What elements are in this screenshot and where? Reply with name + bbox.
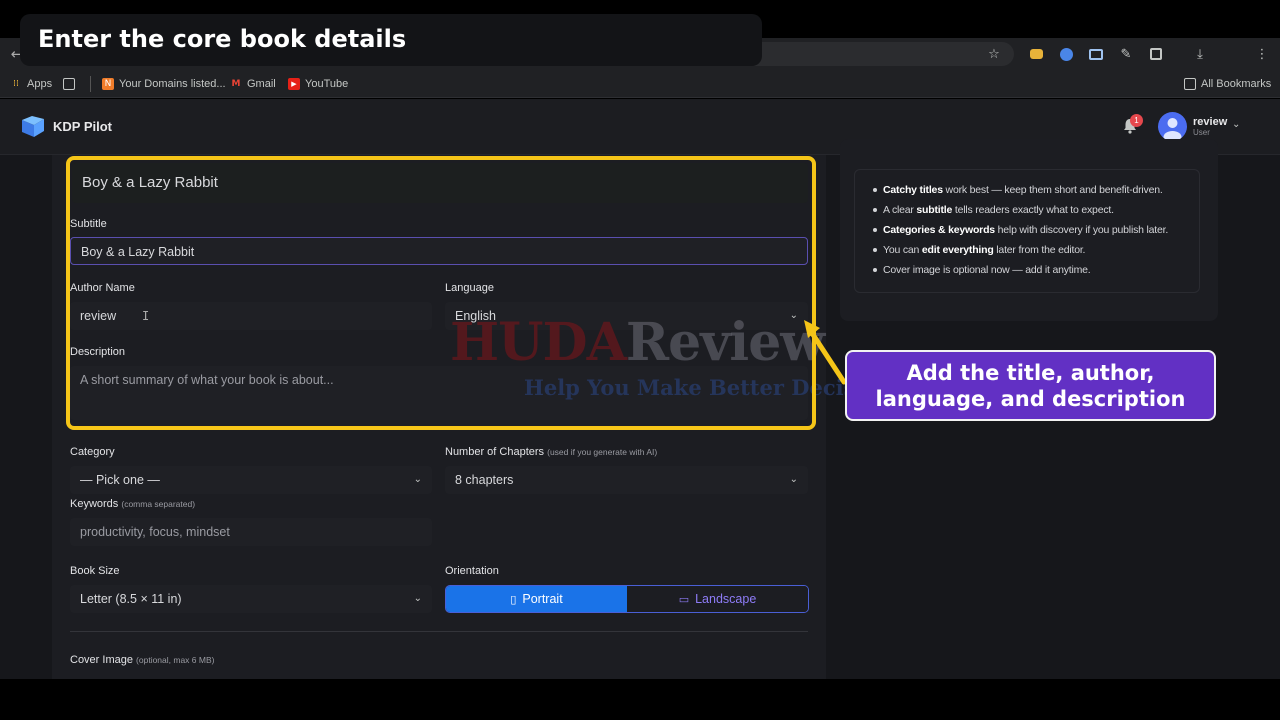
annotation-arrow-icon: [804, 320, 847, 385]
tip-item: Cover image is optional now — add it any…: [873, 262, 1168, 282]
annotation-callout: Add the title, author, language, and des…: [845, 350, 1216, 421]
bookmark-your-domains[interactable]: N Your Domains listed...: [102, 75, 226, 93]
extension-gear-icon[interactable]: [1056, 44, 1076, 64]
domains-favicon-icon: N: [102, 78, 114, 90]
app-name: KDP Pilot: [53, 119, 112, 134]
notification-badge: 1: [1130, 114, 1143, 127]
user-silhouette-icon: [1163, 118, 1182, 141]
chevron-down-icon[interactable]: ⌄: [1232, 119, 1244, 131]
menu-kebab-icon[interactable]: ⋮: [1252, 44, 1272, 64]
bookmark-youtube[interactable]: ▶ YouTube: [288, 75, 348, 93]
tips-card: Catchy titles work best — keep them shor…: [854, 169, 1200, 293]
bookmark-tabgroups[interactable]: [63, 75, 75, 93]
all-bookmarks[interactable]: All Bookmarks: [1184, 75, 1271, 93]
tip-item: A clear subtitle tells readers exactly w…: [873, 202, 1168, 222]
user-name: review: [1193, 116, 1228, 128]
tip-item: Catchy titles work best — keep them shor…: [873, 182, 1168, 202]
tip-item: Categories & keywords help with discover…: [873, 222, 1168, 242]
folder-icon: [1184, 78, 1196, 90]
highlight-box: [66, 156, 816, 430]
category-select[interactable]: — Pick one — ⌄: [70, 466, 432, 494]
orientation-toggle: ▯ Portrait ▭ Landscape: [445, 585, 809, 613]
bookmark-separator: [90, 76, 91, 92]
extension-pen-icon[interactable]: ✎: [1116, 44, 1136, 64]
extensions-puzzle-icon[interactable]: [1146, 44, 1166, 64]
chevron-down-icon: ⌄: [789, 474, 798, 485]
bookmark-apps[interactable]: ⁞⁞ Apps: [10, 75, 52, 93]
booksize-value: Letter (8.5 × 11 in): [80, 592, 182, 606]
tips-list: Catchy titles work best — keep them shor…: [873, 182, 1168, 282]
landscape-button[interactable]: ▭ Landscape: [627, 586, 808, 612]
tip-item: You can edit everything later from the e…: [873, 242, 1168, 262]
phone-portrait-icon: ▯: [510, 592, 517, 606]
youtube-icon: ▶: [288, 78, 300, 90]
bookmarks-bar: ⁞⁞ Apps N Your Domains listed... M Gmail…: [0, 70, 1280, 98]
booksize-select[interactable]: Letter (8.5 × 11 in) ⌄: [70, 585, 432, 613]
chapters-value: 8 chapters: [455, 473, 514, 487]
extension-screen-icon[interactable]: [1086, 44, 1106, 64]
apps-grid-icon: ⁞⁞: [13, 79, 19, 89]
chevron-down-icon: ⌄: [413, 474, 422, 485]
tips-panel: Catchy titles work best — keep them shor…: [840, 139, 1218, 321]
extension-emoji-icon[interactable]: [1026, 44, 1046, 64]
portrait-button[interactable]: ▯ Portrait: [446, 586, 627, 612]
kdp-logo-icon: [22, 116, 44, 137]
category-label: Category: [70, 446, 115, 458]
landscape-icon: ▭: [678, 592, 690, 606]
category-value: — Pick one —: [80, 473, 160, 487]
annotation-title: Enter the core book details: [38, 25, 407, 53]
cover-label: Cover Image (optional, max 6 MB): [70, 654, 215, 666]
star-icon[interactable]: ☆: [984, 44, 1004, 64]
screenshot: ← ☆ ✎ ⤓ ⋮ ⁞⁞ Apps N Your Domains listed.…: [0, 0, 1280, 720]
chapters-label: Number of Chapters (used if you generate…: [445, 446, 658, 458]
chevron-down-icon: ⌄: [413, 593, 422, 604]
user-role: User: [1193, 128, 1210, 137]
bookmark-gmail[interactable]: M Gmail: [230, 75, 276, 93]
keywords-input[interactable]: productivity, focus, mindset: [70, 518, 432, 546]
booksize-label: Book Size: [70, 565, 120, 577]
gmail-icon: M: [231, 79, 241, 89]
tab-groups-icon: [63, 78, 75, 90]
download-icon[interactable]: ⤓: [1190, 44, 1210, 64]
keywords-label: Keywords (comma separated): [70, 498, 196, 510]
chapters-select[interactable]: 8 chapters ⌄: [445, 466, 808, 494]
orientation-label: Orientation: [445, 565, 499, 577]
avatar[interactable]: [1158, 112, 1187, 141]
form-divider: [70, 631, 808, 632]
